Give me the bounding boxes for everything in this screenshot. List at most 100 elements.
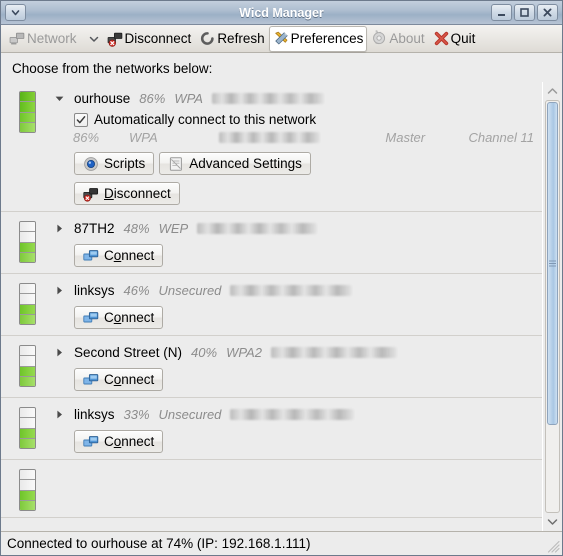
window-title: Wicd Manager	[239, 5, 324, 20]
detail-signal-percent: 86%	[73, 130, 100, 145]
maximize-button[interactable]	[514, 4, 535, 21]
toolbar-item-quit[interactable]: Quit	[429, 26, 480, 52]
connect-button[interactable]: Connect	[74, 430, 164, 453]
network-essid: ourhouse	[74, 90, 131, 106]
toolbar-item-preferences[interactable]: Preferences	[268, 25, 368, 52]
signal-bar-segment	[19, 304, 35, 315]
signal-bar-segment	[19, 490, 35, 501]
expander-triangle-right-icon[interactable]	[53, 347, 65, 358]
signal-bar-segment	[19, 92, 35, 103]
network-signal-percent: 40%	[191, 344, 218, 360]
toolbar-item-network[interactable]: Network	[5, 26, 81, 52]
window-menu-button[interactable]	[5, 4, 26, 21]
signal-bar-segment	[19, 122, 35, 132]
toolbar-item-refresh[interactable]: Refresh	[195, 26, 268, 52]
network-details: Second Street (N) 40% WPA2 Connect	[53, 343, 542, 391]
about-gear-icon	[371, 30, 388, 47]
connect-button[interactable]: Connect	[74, 306, 164, 329]
toolbar-item-about[interactable]: About	[367, 26, 428, 52]
toolbar-label-preferences: Preferences	[290, 30, 364, 46]
network-list-area: ourhouse 86% WPA Automatically connect to t…	[1, 81, 562, 531]
network-action-row: Disconnect	[74, 182, 534, 205]
disconnect-button[interactable]: Disconnect	[74, 182, 180, 205]
signal-bar-segment	[19, 500, 35, 510]
signal-bar-segment	[19, 112, 35, 123]
main-toolbar: Network Disconnect Refresh Preferences A…	[1, 25, 562, 53]
signal-bar-segment	[19, 356, 35, 367]
network-encryption: Unsecured	[158, 282, 222, 298]
chevron-down-icon	[546, 515, 559, 530]
network-signal-percent: 46%	[123, 282, 150, 298]
connect-button[interactable]: Connect	[74, 368, 164, 391]
chevron-down-icon	[9, 6, 22, 19]
expander-triangle-right-icon[interactable]	[53, 409, 65, 420]
network-row[interactable]: linksys 33% Unsecured Connect	[1, 398, 542, 460]
network-action-row: Connect	[74, 306, 534, 329]
scrollbar-track[interactable]	[545, 100, 560, 513]
signal-bar-segment	[19, 480, 35, 491]
scroll-up-button[interactable]	[544, 84, 562, 98]
network-header: linksys 46% Unsecured	[53, 281, 534, 299]
network-list[interactable]: ourhouse 86% WPA Automatically connect to t…	[1, 82, 542, 531]
network-dropdown-chevron-down-icon[interactable]	[84, 32, 98, 46]
quit-x-icon	[433, 30, 450, 47]
signal-bar-segment	[19, 408, 35, 419]
signal-strength-column	[1, 405, 53, 453]
close-button[interactable]	[537, 4, 558, 21]
button-label: Connect	[104, 248, 155, 263]
signal-bar-segment	[19, 428, 35, 439]
status-text: Connected to ourhouse at 74% (IP: 192.16…	[7, 536, 311, 551]
minimize-button[interactable]	[491, 4, 512, 21]
minimize-icon	[495, 6, 508, 19]
button-label: Connect	[104, 310, 155, 325]
network-encryption: WEP	[158, 220, 189, 236]
autoconnect-row[interactable]: Automatically connect to this network	[74, 112, 534, 127]
advanced-settings-button[interactable]: Advanced Settings	[159, 152, 311, 175]
signal-strength-icon	[18, 345, 36, 387]
scrollbar-grip-icon	[548, 256, 557, 271]
network-row[interactable]: 87TH2 48% WEP Connect	[1, 212, 542, 274]
autoconnect-label: Automatically connect to this network	[94, 112, 317, 127]
signal-bar-segment	[19, 284, 35, 295]
network-row[interactable]: linksys 46% Unsecured Connect	[1, 274, 542, 336]
vertical-scrollbar[interactable]	[542, 82, 562, 531]
network-encryption: WPA	[174, 90, 203, 106]
scripts-button[interactable]: Scripts	[74, 152, 155, 175]
network-mac-address-redacted	[270, 346, 397, 358]
network-row-partial[interactable]	[1, 460, 542, 518]
network-essid: 87TH2	[74, 220, 115, 236]
signal-bar-segment	[19, 242, 35, 253]
button-label: Disconnect	[104, 186, 171, 201]
scroll-down-button[interactable]	[544, 515, 562, 529]
expander-triangle-right-icon[interactable]	[53, 223, 65, 234]
toolbar-item-disconnect[interactable]: Disconnect	[103, 26, 196, 52]
network-essid: linksys	[74, 406, 115, 422]
detail-encryption: WPA	[128, 130, 158, 145]
expander-triangle-down-icon[interactable]	[53, 93, 65, 104]
prompt-label: Choose from the networks below:	[12, 61, 213, 76]
network-action-row: Connect	[74, 368, 534, 391]
network-header: Second Street (N) 40% WPA2	[53, 343, 534, 361]
signal-strength-column	[1, 467, 53, 511]
network-row[interactable]: Second Street (N) 40% WPA2 Connect	[1, 336, 542, 398]
expander-triangle-right-icon[interactable]	[53, 285, 65, 296]
signal-bar-segment	[19, 232, 35, 243]
network-details: ourhouse 86% WPA Automatically connect to t…	[53, 89, 542, 205]
network-details: linksys 33% Unsecured Connect	[53, 405, 542, 453]
network-signal-percent: 48%	[123, 220, 150, 236]
autoconnect-checkbox[interactable]	[74, 112, 88, 127]
network-encryption: WPA2	[226, 344, 262, 360]
network-mac-address-redacted	[230, 408, 355, 420]
signal-bar-segment	[19, 470, 35, 481]
signal-bar-segment	[19, 102, 35, 113]
network-header: linksys 33% Unsecured	[53, 405, 534, 423]
connect-button[interactable]: Connect	[74, 244, 164, 267]
connect-icon	[83, 248, 99, 264]
disconnect-icon	[107, 30, 124, 47]
detail-channel: Channel 11	[468, 130, 534, 145]
scripts-icon	[83, 156, 99, 172]
resize-grip-icon[interactable]	[546, 539, 560, 553]
network-row[interactable]: ourhouse 86% WPA Automatically connect to t…	[1, 82, 542, 212]
scrollbar-thumb[interactable]	[547, 102, 558, 425]
refresh-icon	[199, 30, 216, 47]
